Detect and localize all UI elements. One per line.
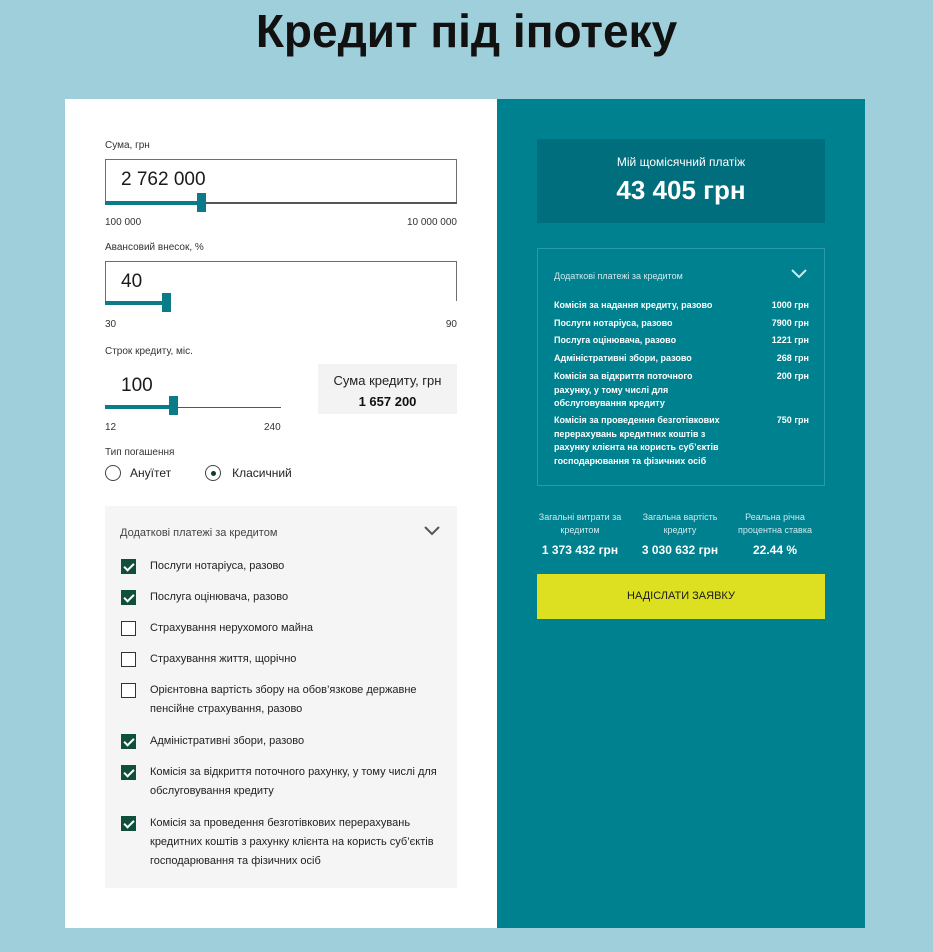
calculator-form: Сума, грн 2 762 000 100 000 10 000 000 А… bbox=[65, 99, 497, 928]
down-payment-max: 90 bbox=[445, 319, 457, 330]
extra-item-label: Послуги нотаріуса, разово bbox=[150, 560, 285, 572]
checkbox[interactable] bbox=[121, 683, 136, 698]
extra-item[interactable]: Страхування нерухомого майна bbox=[121, 621, 440, 638]
annuity-label: Ануїтет bbox=[130, 466, 172, 480]
monthly-payment-label: Мій щомісячний платіж bbox=[616, 155, 746, 169]
fee-name: Комісія за проведення безготівкових пере… bbox=[554, 415, 720, 466]
checkbox[interactable] bbox=[121, 734, 136, 749]
checkbox[interactable] bbox=[121, 590, 136, 605]
extra-item-label: Орієнтовна вартість збору на обов’язкове… bbox=[150, 684, 417, 715]
fee-amount: 200 грн bbox=[776, 371, 809, 381]
term-value[interactable]: 100 bbox=[121, 375, 153, 397]
submit-application-button[interactable]: НАДІСЛАТИ ЗАЯВКУ bbox=[537, 574, 825, 619]
fee-name: Послуга оцінювача, разово bbox=[554, 335, 677, 345]
fee-amount: 7900 грн bbox=[771, 318, 809, 328]
chevron-down-icon[interactable] bbox=[424, 526, 440, 536]
page-title: Кредит під іпотеку bbox=[255, 5, 678, 57]
term-label: Строк кредиту, міс. bbox=[105, 346, 193, 357]
amount-label: Сума, грн bbox=[105, 140, 150, 151]
term-max: 240 bbox=[264, 422, 281, 433]
total-expenses: Загальні витрати за кредитом 1 373 432 г… bbox=[530, 511, 630, 557]
fee-amount: 1221 грн bbox=[771, 335, 809, 345]
fee-row: Комісія за надання кредиту, разово 1000 … bbox=[554, 299, 809, 313]
checkbox[interactable] bbox=[121, 621, 136, 636]
amount-slider-fill bbox=[105, 201, 201, 205]
amount-min: 100 000 bbox=[105, 217, 142, 228]
monthly-payment-value: 43 405 грн bbox=[616, 175, 746, 205]
fee-name: Адміністративні збори, разово bbox=[554, 353, 692, 363]
term-slider-fill bbox=[105, 405, 171, 409]
down-payment-input[interactable]: 40 bbox=[105, 261, 457, 301]
extra-item[interactable]: Послуги нотаріуса, разово bbox=[121, 559, 440, 576]
total-cost-label: Загальна вартість кредиту bbox=[642, 512, 718, 535]
extra-item[interactable]: Комісія за відкриття поточного рахунку, … bbox=[121, 765, 440, 801]
repayment-type-group: Ануїтет Класичний bbox=[105, 465, 292, 481]
extra-payments-panel: Додаткові платежі за кредитом Послуги но… bbox=[105, 506, 457, 888]
extra-item[interactable]: Страхування життя, щорічно bbox=[121, 652, 440, 669]
classic-radio[interactable] bbox=[205, 465, 222, 481]
amount-input[interactable]: 2 762 000 bbox=[105, 159, 457, 203]
checkbox[interactable] bbox=[121, 652, 136, 667]
loan-sum-box: Сума кредиту, грн 1 657 200 bbox=[318, 364, 457, 414]
chevron-down-icon[interactable] bbox=[791, 269, 807, 279]
fee-row: Послуги нотаріуса, разово 7900 грн bbox=[554, 317, 809, 331]
down-payment-slider-fill bbox=[105, 301, 168, 305]
amount-max: 10 000 000 bbox=[406, 217, 457, 228]
fees-summary: Додаткові платежі за кредитом Комісія за… bbox=[537, 248, 825, 486]
fee-amount: 750 грн bbox=[776, 415, 809, 425]
extra-item-label: Комісія за проведення безготівкових пере… bbox=[150, 817, 434, 867]
annual-rate-value: 22.44 % bbox=[752, 543, 798, 557]
annual-rate: Реальна річна процентна ставка 22.44 % bbox=[725, 511, 825, 557]
total-cost: Загальна вартість кредиту 3 030 632 грн bbox=[630, 511, 730, 557]
total-expenses-value: 1 373 432 грн bbox=[541, 543, 619, 557]
fee-row: Комісія за відкриття поточного рахунку, … bbox=[554, 370, 809, 411]
checkbox[interactable] bbox=[121, 559, 136, 574]
fee-row: Послуга оцінювача, разово 1221 грн bbox=[554, 334, 809, 348]
extra-item-label: Послуга оцінювача, разово bbox=[150, 591, 289, 603]
extra-item[interactable]: Комісія за проведення безготівкових пере… bbox=[121, 816, 440, 871]
term-min: 12 bbox=[105, 422, 117, 433]
fee-row: Адміністративні збори, разово 268 грн bbox=[554, 352, 809, 366]
fee-amount: 1000 грн bbox=[771, 300, 809, 310]
total-cost-value: 3 030 632 грн bbox=[641, 543, 719, 557]
checkbox[interactable] bbox=[121, 816, 136, 831]
calculator-card: Сума, грн 2 762 000 100 000 10 000 000 А… bbox=[65, 99, 865, 928]
monthly-payment-box: Мій щомісячний платіж 43 405 грн bbox=[537, 139, 825, 223]
extra-item-label: Комісія за відкриття поточного рахунку, … bbox=[150, 766, 437, 797]
fee-name: Послуги нотаріуса, разово bbox=[554, 318, 673, 328]
down-payment-slider-thumb[interactable] bbox=[162, 293, 171, 312]
loan-sum-value: 1 657 200 bbox=[358, 394, 417, 409]
extra-item[interactable]: Орієнтовна вартість збору на обов’язкове… bbox=[121, 683, 440, 719]
down-payment-label: Авансовий внесок, % bbox=[105, 242, 204, 253]
results-panel: Мій щомісячний платіж 43 405 грн Додатко… bbox=[497, 99, 865, 928]
term-slider-thumb[interactable] bbox=[169, 396, 178, 415]
checkbox[interactable] bbox=[121, 765, 136, 780]
extra-item-label: Страхування життя, щорічно bbox=[150, 653, 297, 665]
fees-heading[interactable]: Додаткові платежі за кредитом bbox=[554, 271, 683, 281]
classic-label: Класичний bbox=[232, 466, 292, 480]
annual-rate-label: Реальна річна процентна ставка bbox=[738, 512, 812, 535]
extra-item-label: Адміністративні збори, разово bbox=[150, 735, 305, 747]
repayment-type-label: Тип погашення bbox=[105, 447, 175, 458]
extra-item-label: Страхування нерухомого майна bbox=[150, 622, 314, 634]
loan-sum-label: Сума кредиту, грн bbox=[333, 373, 442, 388]
extra-payments-heading[interactable]: Додаткові платежі за кредитом bbox=[120, 527, 277, 539]
total-expenses-label: Загальні витрати за кредитом bbox=[538, 512, 622, 535]
fee-name: Комісія за відкриття поточного рахунку, … bbox=[554, 371, 693, 408]
down-payment-min: 30 bbox=[105, 319, 117, 330]
extra-item[interactable]: Послуга оцінювача, разово bbox=[121, 590, 440, 607]
fee-name: Комісія за надання кредиту, разово bbox=[554, 300, 713, 310]
amount-slider-thumb[interactable] bbox=[197, 193, 206, 212]
fee-amount: 268 грн bbox=[776, 353, 809, 363]
extra-item[interactable]: Адміністративні збори, разово bbox=[121, 734, 440, 751]
annuity-radio[interactable] bbox=[105, 465, 121, 481]
fee-row: Комісія за проведення безготівкових пере… bbox=[554, 414, 809, 468]
